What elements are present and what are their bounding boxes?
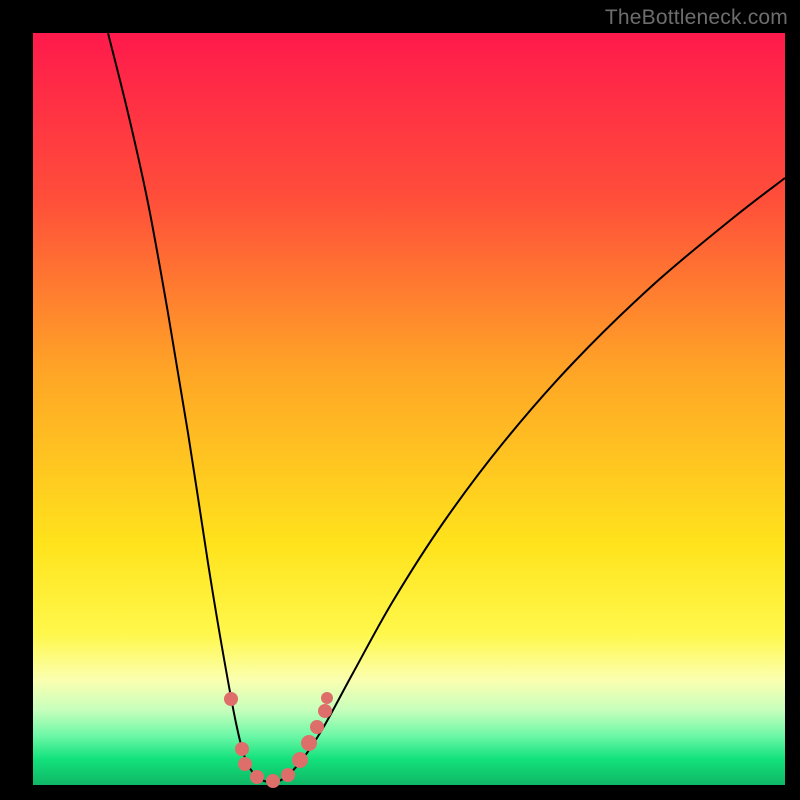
bottleneck-curve [108, 33, 785, 782]
marker-dot [301, 735, 317, 751]
curve-layer [33, 33, 785, 785]
marker-dot [321, 692, 333, 704]
marker-dot [310, 720, 324, 734]
marker-dot [292, 752, 308, 768]
marker-dot [235, 742, 249, 756]
marker-dot [250, 770, 264, 784]
marker-dot [224, 692, 238, 706]
marker-dot [266, 774, 280, 788]
chart-frame: TheBottleneck.com [0, 0, 800, 800]
marker-dot [238, 757, 252, 771]
plot-area [33, 33, 785, 785]
watermark-text: TheBottleneck.com [605, 6, 788, 30]
marker-dot [318, 704, 332, 718]
marker-dot [281, 768, 295, 782]
